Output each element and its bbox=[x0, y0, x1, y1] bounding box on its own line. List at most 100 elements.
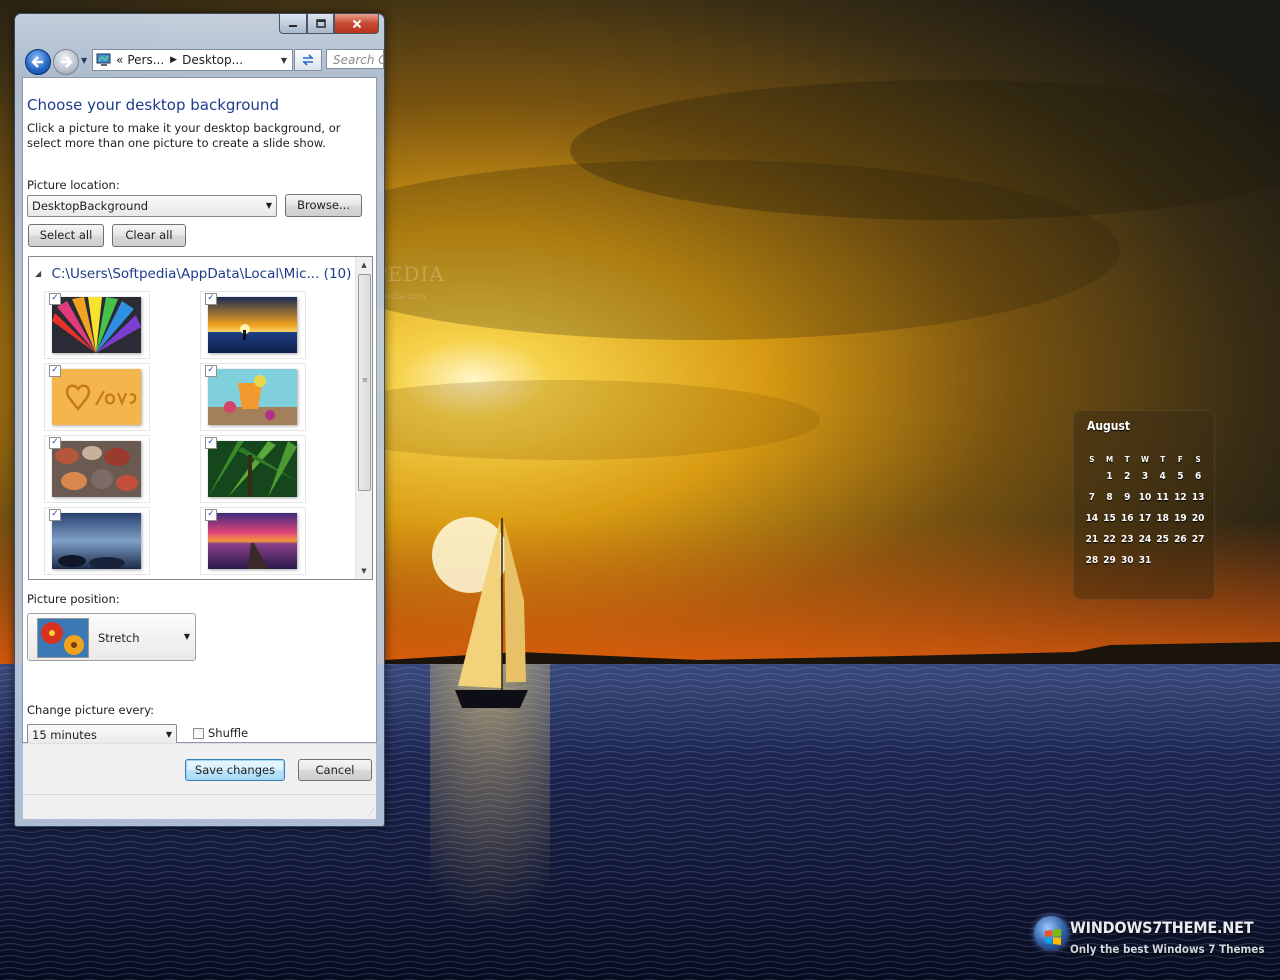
page-title: Choose your desktop background bbox=[27, 96, 279, 114]
content-pane: Choose your desktop background Click a p… bbox=[22, 77, 377, 746]
calendar-day: 22 bbox=[1103, 534, 1116, 545]
picture-checkbox[interactable]: ✓ bbox=[49, 437, 61, 449]
picture-list-scrollbar[interactable]: ▲ ≡ ▼ bbox=[355, 257, 372, 579]
calendar-gadget[interactable]: August S M T W T F S 1 2 3 4 5 6 7 8 9 1… bbox=[1073, 410, 1215, 600]
forward-arrow-icon bbox=[61, 56, 73, 68]
calendar-day: 28 bbox=[1085, 555, 1099, 566]
refresh-button[interactable] bbox=[294, 49, 322, 71]
picture-checkbox[interactable]: ✓ bbox=[49, 509, 61, 521]
minimize-button[interactable] bbox=[279, 14, 307, 34]
calendar-day bbox=[1172, 550, 1190, 571]
weekday: S bbox=[1195, 454, 1201, 464]
picture-tile-tropical-drink[interactable]: ✓ bbox=[200, 363, 306, 431]
search-input[interactable]: Search C bbox=[326, 49, 384, 69]
calendar-day bbox=[1189, 550, 1207, 571]
calendar-month: August bbox=[1087, 419, 1131, 433]
page-description: Click a picture to make it your desktop … bbox=[27, 121, 341, 150]
maximize-button[interactable] bbox=[307, 14, 334, 34]
picture-location-value: DesktopBackground bbox=[32, 199, 149, 213]
calendar-day: 1 bbox=[1106, 471, 1113, 482]
brand-tagline: Only the best Windows 7 Themes bbox=[1070, 942, 1265, 956]
calendar-day: 18 bbox=[1156, 513, 1169, 524]
picture-position-dropdown[interactable]: Stretch ▼ bbox=[27, 613, 196, 661]
breadcrumb-desktop-background[interactable]: Desktop... bbox=[182, 53, 243, 67]
browse-button[interactable]: Browse... bbox=[285, 194, 362, 217]
thumbnail-love-in-sand bbox=[52, 369, 141, 425]
calendar-day: 17 bbox=[1138, 513, 1152, 524]
position-preview-image bbox=[37, 618, 89, 658]
grip-icon: ≡ bbox=[362, 376, 368, 384]
chevron-down-icon: ▼ bbox=[165, 730, 172, 739]
scroll-down-icon[interactable]: ▼ bbox=[356, 563, 372, 579]
picture-checkbox[interactable]: ✓ bbox=[205, 293, 217, 305]
personalization-window[interactable]: ▼ « Pers... ▶ Desktop... ▼ Search C Choo… bbox=[14, 13, 385, 827]
picture-group-header[interactable]: ◢ C:\Users\Softpedia\AppData\Local\Mic..… bbox=[35, 266, 351, 282]
select-all-button[interactable]: Select all bbox=[28, 224, 104, 247]
picture-tile-sunset-pier[interactable]: ✓ bbox=[200, 291, 306, 359]
thumbnail-wet-pebbles bbox=[52, 441, 141, 497]
address-bar[interactable]: « Pers... ▶ Desktop... ▼ bbox=[92, 49, 293, 71]
picture-tile-wet-pebbles[interactable]: ✓ bbox=[44, 435, 150, 503]
brand-title: WINDOWS7THEME.NET bbox=[1070, 918, 1254, 937]
calendar-day: 15 bbox=[1103, 513, 1116, 524]
shuffle-label[interactable]: Shuffle bbox=[208, 726, 248, 740]
picture-position-label: Picture position: bbox=[27, 592, 120, 606]
picture-tile-love-in-sand[interactable]: ✓ bbox=[44, 363, 150, 431]
windows7theme-branding: WINDOWS7THEME.NET Only the best Windows … bbox=[1032, 912, 1272, 968]
collapse-triangle-icon[interactable]: ◢ bbox=[35, 269, 41, 278]
calendar-day: 2 bbox=[1124, 471, 1131, 482]
caption-buttons bbox=[279, 14, 379, 34]
thumbnail-pink-sunset-jetty bbox=[208, 513, 297, 569]
weekday: S bbox=[1089, 454, 1095, 464]
picture-checkbox[interactable]: ✓ bbox=[205, 509, 217, 521]
weekday: T bbox=[1160, 454, 1166, 464]
picture-checkbox[interactable]: ✓ bbox=[49, 365, 61, 377]
change-picture-label: Change picture every: bbox=[27, 703, 155, 717]
calendar-grid: S M T W T F S 1 2 3 4 5 6 7 8 9 10 11 12… bbox=[1083, 452, 1207, 571]
cancel-button[interactable]: Cancel bbox=[298, 759, 372, 781]
calendar-day: 14 bbox=[1085, 513, 1099, 524]
address-dropdown-icon[interactable]: ▼ bbox=[276, 56, 292, 65]
thumbnail-jungle-leaves bbox=[208, 441, 297, 497]
calendar-day: 30 bbox=[1120, 555, 1134, 566]
clear-all-button[interactable]: Clear all bbox=[112, 224, 186, 247]
shuffle-checkbox[interactable] bbox=[193, 728, 204, 739]
picture-checkbox[interactable]: ✓ bbox=[205, 365, 217, 377]
save-changes-button[interactable]: Save changes bbox=[185, 759, 285, 781]
picture-tile-colored-flower[interactable]: ✓ bbox=[44, 291, 150, 359]
picture-checkbox[interactable]: ✓ bbox=[49, 293, 61, 305]
group-path: C:\Users\Softpedia\AppData\Local\Mic... bbox=[51, 266, 320, 282]
recent-pages-dropdown-icon[interactable]: ▼ bbox=[81, 56, 89, 65]
windows-orb-icon bbox=[1034, 916, 1068, 950]
picture-tile-pink-sunset-jetty[interactable]: ✓ bbox=[200, 507, 306, 575]
picture-checkbox[interactable]: ✓ bbox=[205, 437, 217, 449]
calendar-day bbox=[1083, 466, 1101, 487]
scrollbar-thumb[interactable]: ≡ bbox=[358, 274, 371, 491]
forward-button[interactable] bbox=[53, 49, 79, 75]
address-overflow[interactable]: « bbox=[116, 53, 123, 67]
calendar-day: 25 bbox=[1156, 534, 1169, 545]
back-arrow-icon bbox=[31, 56, 43, 68]
breadcrumb-personalization[interactable]: Pers... bbox=[127, 53, 164, 67]
calendar-day: 8 bbox=[1106, 492, 1113, 503]
picture-location-dropdown[interactable]: DesktopBackground ▼ bbox=[27, 195, 277, 217]
breadcrumb-chevron-icon[interactable]: ▶ bbox=[170, 55, 177, 65]
calendar-day: 29 bbox=[1103, 555, 1116, 566]
calendar-day: 20 bbox=[1191, 513, 1205, 524]
scroll-up-icon[interactable]: ▲ bbox=[356, 257, 372, 273]
picture-location-label: Picture location: bbox=[27, 178, 120, 192]
weekday: M bbox=[1105, 454, 1114, 464]
group-count: (10) bbox=[323, 266, 352, 282]
picture-tile-blue-rocks-shore[interactable]: ✓ bbox=[44, 507, 150, 575]
calendar-day: 19 bbox=[1174, 513, 1187, 524]
calendar-day: 23 bbox=[1120, 534, 1134, 545]
refresh-icon bbox=[302, 54, 314, 66]
close-button[interactable] bbox=[334, 14, 379, 34]
minimize-icon bbox=[289, 24, 297, 27]
resize-grip-icon[interactable]: ⋰ bbox=[368, 808, 378, 818]
picture-tile-jungle-leaves[interactable]: ✓ bbox=[200, 435, 306, 503]
picture-list[interactable]: ◢ C:\Users\Softpedia\AppData\Local\Mic..… bbox=[28, 256, 373, 580]
maximize-icon bbox=[315, 18, 326, 28]
calendar-day: 13 bbox=[1191, 492, 1205, 503]
back-button[interactable] bbox=[25, 49, 51, 75]
